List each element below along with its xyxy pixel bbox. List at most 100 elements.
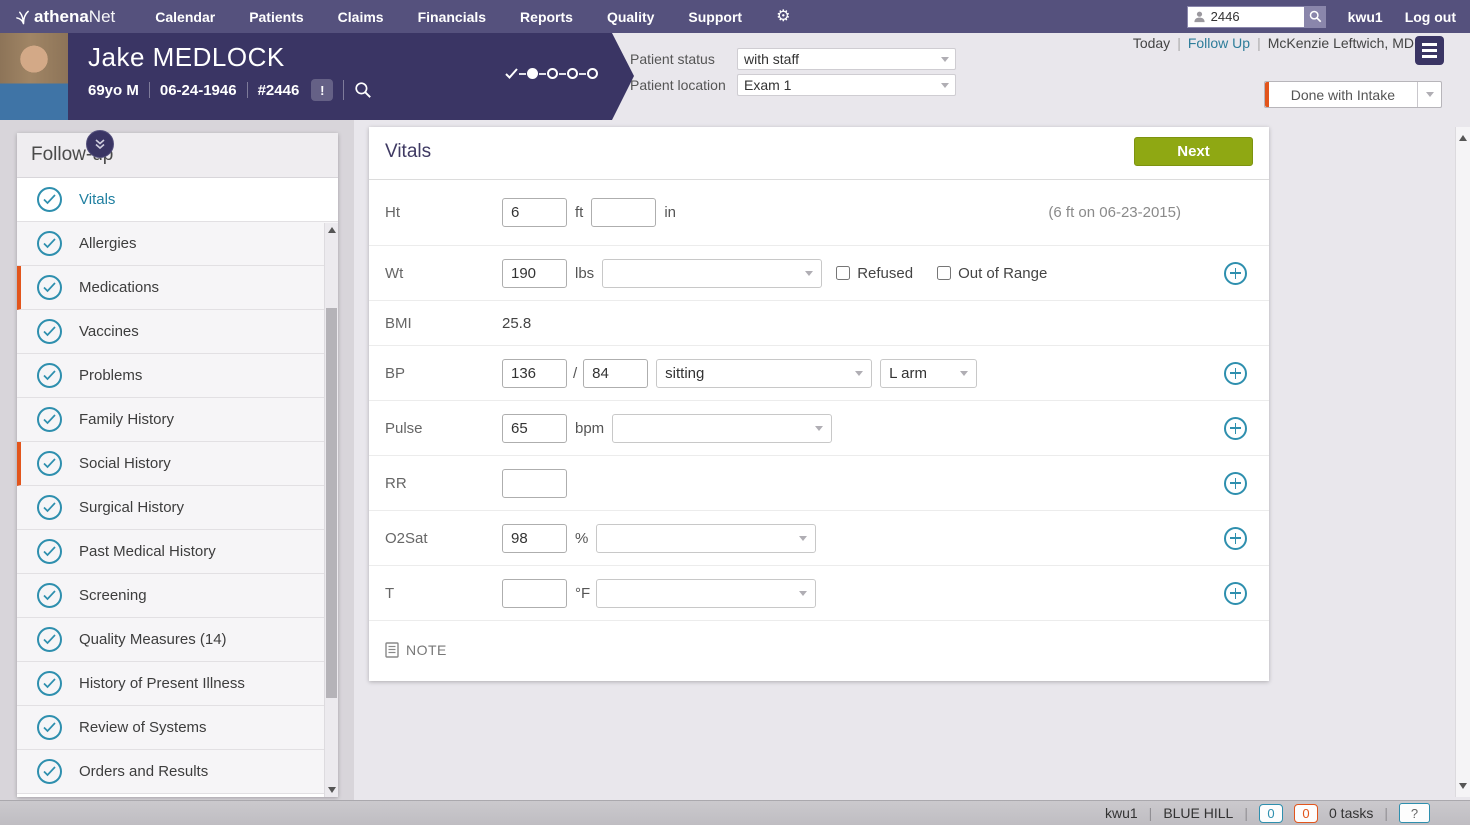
add-temperature-reading-icon[interactable]: [1224, 582, 1247, 605]
chevron-down-icon: [941, 83, 949, 88]
alert-count-badge[interactable]: 0: [1294, 804, 1318, 823]
chart-search-icon[interactable]: [354, 81, 372, 99]
pulse-input[interactable]: [502, 414, 567, 443]
bp-diastolic-input[interactable]: [583, 359, 648, 388]
sidebar-item-medications[interactable]: Medications: [17, 266, 338, 310]
sidebar-item-review-of-systems[interactable]: Review of Systems: [17, 706, 338, 750]
o2sat-method-select[interactable]: [596, 524, 816, 553]
patient-location-select[interactable]: Exam 1: [737, 74, 956, 96]
gear-icon[interactable]: ⚙: [776, 9, 790, 25]
scroll-down-icon[interactable]: [1459, 783, 1467, 789]
add-weight-reading-icon[interactable]: [1224, 262, 1247, 285]
refused-checkbox[interactable]: [836, 266, 850, 280]
next-button[interactable]: Next: [1134, 137, 1253, 166]
logout-button[interactable]: Log out: [1405, 9, 1456, 25]
pulse-method-select[interactable]: [612, 414, 832, 443]
chevron-down-icon: [855, 371, 863, 376]
weight-label: Wt: [385, 265, 502, 282]
statusbar-username: kwu1: [1105, 805, 1138, 821]
check-circle-icon: [37, 671, 62, 696]
today-label: Today: [1133, 35, 1170, 51]
progress-step-pending[interactable]: [587, 68, 598, 79]
sidebar-item-surgical-history[interactable]: Surgical History: [17, 486, 338, 530]
divider: [343, 80, 344, 100]
refused-checkbox-group: Refused: [836, 265, 913, 282]
alert-badge-icon[interactable]: !: [311, 79, 333, 101]
pulse-label: Pulse: [385, 420, 502, 437]
progress-step-pending[interactable]: [547, 68, 558, 79]
sidebar-item-social-history[interactable]: Social History: [17, 442, 338, 486]
patient-status-select[interactable]: with staff: [737, 48, 956, 70]
progress-step-pending[interactable]: [567, 68, 578, 79]
sidebar-item-past-medical-history[interactable]: Past Medical History: [17, 530, 338, 574]
nav-right-cluster: kwu1 Log out: [1187, 0, 1456, 33]
patient-search-input[interactable]: [1211, 9, 1296, 24]
sidebar-item-history-of-present-illness[interactable]: History of Present Illness: [17, 662, 338, 706]
username-menu[interactable]: kwu1: [1348, 9, 1383, 25]
nav-support[interactable]: Support: [688, 9, 742, 25]
sidebar-item-vitals[interactable]: Vitals: [17, 178, 338, 222]
progress-step-current[interactable]: [527, 68, 538, 79]
intake-progress-indicator[interactable]: [505, 67, 598, 80]
weight-input[interactable]: [502, 259, 567, 288]
menu-button[interactable]: [1415, 36, 1444, 65]
nav-claims[interactable]: Claims: [338, 9, 384, 25]
add-rr-reading-icon[interactable]: [1224, 472, 1247, 495]
sidebar-item-vaccines[interactable]: Vaccines: [17, 310, 338, 354]
bp-systolic-input[interactable]: [502, 359, 567, 388]
height-ft-input[interactable]: [502, 198, 567, 227]
height-in-input[interactable]: [591, 198, 656, 227]
check-circle-icon: [37, 627, 62, 652]
expand-banner-button[interactable]: [86, 130, 114, 158]
scroll-down-icon[interactable]: [328, 787, 336, 793]
followup-link[interactable]: Follow Up: [1188, 35, 1250, 51]
sidebar-item-quality-measures[interactable]: Quality Measures (14): [17, 618, 338, 662]
nav-patients[interactable]: Patients: [249, 9, 303, 25]
nav-calendar[interactable]: Calendar: [155, 9, 215, 25]
nav-reports[interactable]: Reports: [520, 9, 573, 25]
scroll-up-icon[interactable]: [328, 227, 336, 233]
check-circle-icon: [37, 319, 62, 344]
scrollbar-thumb[interactable]: [326, 308, 337, 698]
temperature-method-select[interactable]: [596, 579, 816, 608]
sidebar-item-allergies[interactable]: Allergies: [17, 222, 338, 266]
scroll-up-icon[interactable]: [1459, 135, 1467, 141]
add-o2sat-reading-icon[interactable]: [1224, 527, 1247, 550]
patient-photo[interactable]: [0, 33, 68, 120]
add-bp-reading-icon[interactable]: [1224, 362, 1247, 385]
sidebar-item-orders-and-results[interactable]: Orders and Results: [17, 750, 338, 794]
patient-search-box[interactable]: [1187, 6, 1305, 28]
done-with-intake-button[interactable]: Done with Intake: [1264, 81, 1442, 108]
rr-input[interactable]: [502, 469, 567, 498]
o2sat-input[interactable]: [502, 524, 567, 553]
temperature-input[interactable]: [502, 579, 567, 608]
divider: [149, 82, 150, 98]
done-dropdown-toggle[interactable]: [1417, 82, 1441, 107]
bp-site-select[interactable]: L arm: [880, 359, 977, 388]
sidebar-scrollbar[interactable]: [324, 223, 338, 797]
check-circle-icon: [37, 759, 62, 784]
ft-unit-label: ft: [575, 204, 583, 221]
sidebar-item-problems[interactable]: Problems: [17, 354, 338, 398]
out-of-range-checkbox[interactable]: [937, 266, 951, 280]
rr-label: RR: [385, 475, 502, 492]
bp-position-select[interactable]: sitting: [656, 359, 872, 388]
weight-method-select[interactable]: [602, 259, 822, 288]
statusbar-department: BLUE HILL: [1163, 805, 1233, 821]
add-note-button[interactable]: NOTE: [369, 621, 1269, 679]
nav-quality[interactable]: Quality: [607, 9, 654, 25]
in-unit-label: in: [664, 204, 676, 221]
patient-age-sex: 69yo M: [88, 82, 139, 99]
page-scrollbar[interactable]: [1455, 127, 1470, 797]
sidebar-item-screening[interactable]: Screening: [17, 574, 338, 618]
search-submit-button[interactable]: [1305, 6, 1326, 28]
check-circle-icon: [37, 187, 62, 212]
athenanet-logo[interactable]: athenaNet: [16, 7, 115, 27]
check-circle-icon: [37, 583, 62, 608]
add-pulse-reading-icon[interactable]: [1224, 417, 1247, 440]
pulse-row: Pulse bpm: [369, 401, 1269, 456]
inbox-count-badge[interactable]: 0: [1259, 804, 1283, 823]
nav-financials[interactable]: Financials: [418, 9, 486, 25]
help-button[interactable]: ?: [1399, 803, 1430, 823]
sidebar-item-family-history[interactable]: Family History: [17, 398, 338, 442]
